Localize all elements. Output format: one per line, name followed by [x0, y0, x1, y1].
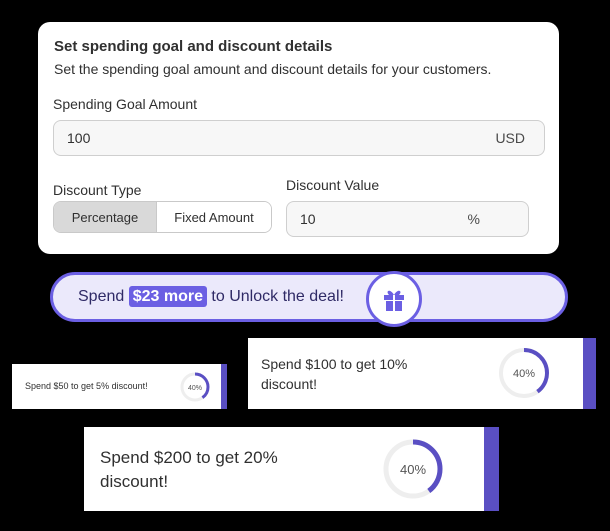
discount-type-label: Discount Type	[53, 182, 142, 198]
discount-type-toggle: Percentage Fixed Amount	[53, 201, 272, 233]
discount-type-percentage-button[interactable]: Percentage	[54, 202, 157, 232]
discount-value: 10	[300, 211, 316, 227]
spend-more-banner: Spend $23 more to Unlock the deal!	[50, 272, 568, 322]
progress-label: 40%	[400, 462, 426, 477]
progress-ring: 40%	[499, 348, 549, 398]
offer-accent-bar	[221, 364, 227, 409]
offer-card-medium: Spend $100 to get 10% discount! 40%	[248, 338, 596, 409]
offer-text: Spend $100 to get 10% discount!	[261, 356, 408, 392]
discount-type-fixed-amount-button[interactable]: Fixed Amount	[157, 202, 271, 232]
discount-value-input[interactable]: 10 %	[286, 201, 529, 237]
banner-message: Spend $23 more to Unlock the deal!	[78, 286, 344, 307]
percent-suffix: %	[467, 211, 480, 227]
offer-card-small: Spend $50 to get 5% discount! 40%	[12, 364, 227, 409]
progress-label: 40%	[188, 385, 202, 392]
progress-ring: 40%	[383, 439, 443, 499]
spending-goal-settings-card: Set spending goal and discount details S…	[38, 22, 559, 254]
offer-text: Spend $50 to get 5% discount!	[25, 381, 148, 391]
offer-accent-bar	[484, 427, 499, 511]
offer-card-large: Spend $200 to get 20% discount! 40%	[84, 427, 499, 511]
spending-goal-label: Spending Goal Amount	[53, 96, 197, 112]
discount-value-label: Discount Value	[286, 177, 380, 193]
progress-ring: 40%	[180, 372, 210, 402]
settings-subtitle: Set the spending goal amount and discoun…	[54, 61, 492, 77]
currency-suffix: USD	[495, 130, 525, 146]
progress-label: 40%	[513, 368, 535, 380]
offer-accent-bar	[583, 338, 596, 409]
banner-amount-highlight: $23 more	[128, 286, 207, 307]
settings-title: Set spending goal and discount details	[54, 38, 333, 55]
banner-prefix: Spend	[78, 288, 129, 305]
banner-suffix: to Unlock the deal!	[206, 288, 344, 305]
gift-icon	[366, 271, 422, 327]
spending-goal-value: 100	[67, 130, 91, 146]
offer-text: Spend $200 to get 20% discount!	[100, 448, 278, 491]
spending-goal-input[interactable]: 100 USD	[53, 120, 545, 156]
